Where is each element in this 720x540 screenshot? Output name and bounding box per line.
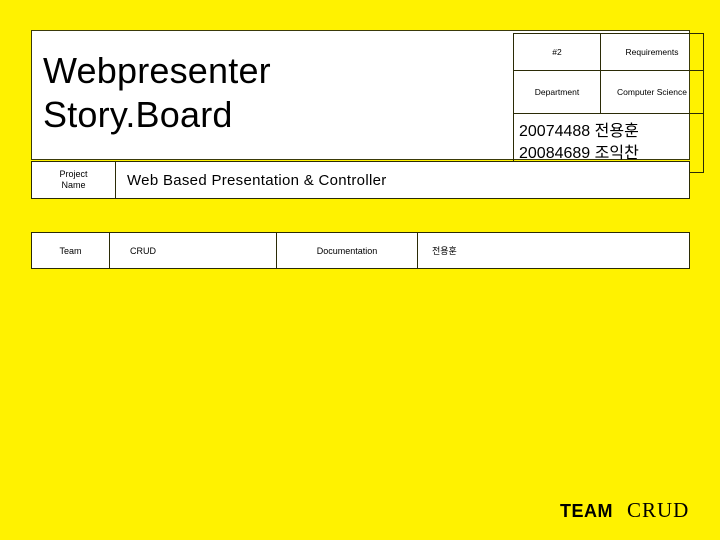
header-panel: Webpresenter Story.Board #2 Requirements… bbox=[31, 30, 704, 173]
project-name-table: Project Name Web Based Presentation & Co… bbox=[31, 161, 690, 199]
department-label-cell: Department bbox=[513, 70, 601, 114]
title-line-1: Webpresenter bbox=[43, 50, 271, 91]
project-label-line-1: Project bbox=[59, 169, 88, 179]
team-row: Team CRUD Documentation 전용훈 bbox=[31, 232, 690, 269]
title-line-2: Story.Board bbox=[43, 94, 233, 135]
team-table: Team CRUD Documentation 전용훈 bbox=[31, 232, 690, 269]
team-role-value: Documentation bbox=[276, 232, 418, 269]
table-row: Project Name Web Based Presentation & Co… bbox=[31, 161, 690, 199]
footer-logo-team: TEAM bbox=[560, 501, 613, 521]
team-member-value: 전용훈 bbox=[417, 232, 690, 269]
meta-row-document: #2 Requirements bbox=[513, 33, 704, 71]
doc-type-cell: Requirements bbox=[600, 33, 704, 71]
member-line-1: 20074488 전용훈 bbox=[519, 123, 639, 140]
slide-canvas: Webpresenter Story.Board #2 Requirements… bbox=[0, 0, 720, 540]
doc-number-cell: #2 bbox=[513, 33, 601, 71]
table-row: Team CRUD Documentation 전용훈 bbox=[31, 232, 690, 269]
project-label-line-2: Name bbox=[61, 180, 86, 190]
team-name-value: CRUD bbox=[109, 232, 277, 269]
project-name-label: Project Name bbox=[31, 161, 116, 199]
page-title: Webpresenter Story.Board bbox=[43, 49, 503, 137]
project-name-value: Web Based Presentation & Controller bbox=[115, 161, 690, 199]
footer-logo: TEAM CRUD bbox=[560, 498, 689, 523]
department-value-cell: Computer Science bbox=[600, 70, 704, 114]
team-label: Team bbox=[31, 232, 110, 269]
meta-row-department: Department Computer Science bbox=[513, 70, 704, 114]
document-meta-table: #2 Requirements Department Computer Scie… bbox=[513, 33, 704, 173]
footer-logo-crud: CRUD bbox=[627, 498, 690, 522]
project-name-row: Project Name Web Based Presentation & Co… bbox=[31, 161, 690, 199]
